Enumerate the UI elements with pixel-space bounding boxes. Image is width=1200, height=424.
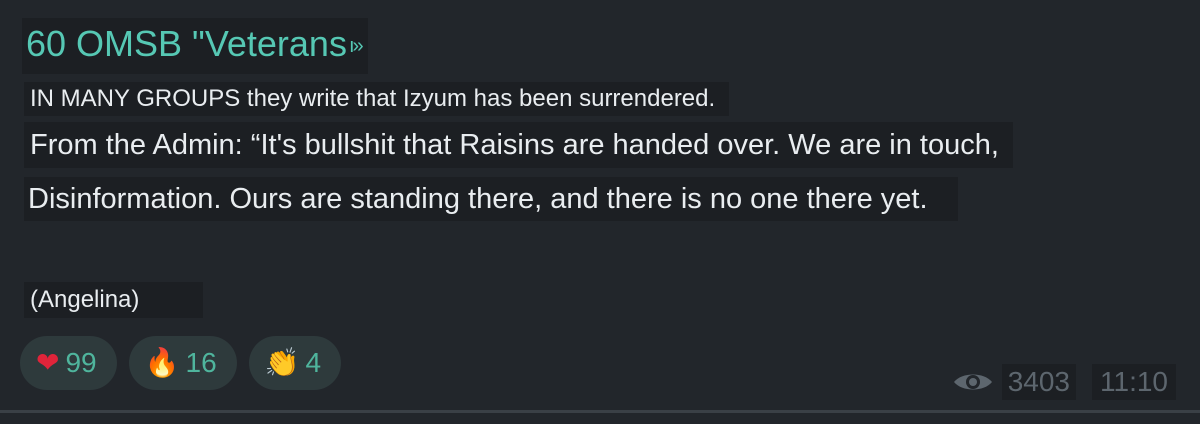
message-meta: 3403 11:10 <box>952 364 1176 400</box>
forward-arrows-icon: ı» <box>348 35 364 58</box>
reaction-fire[interactable]: 🔥 16 <box>128 336 237 390</box>
view-count: 3403 <box>1001 364 1076 400</box>
reaction-count: 16 <box>185 347 217 378</box>
channel-title-text: 60 OMSB "Veterans <box>26 23 347 64</box>
reaction-heart[interactable]: ❤ 99 <box>20 336 117 390</box>
message-signature: (Angelina) <box>24 282 204 318</box>
reaction-count: 4 <box>305 347 322 378</box>
heart-icon: ❤ <box>36 347 60 378</box>
channel-title[interactable]: 60 OMSB "Veterans ı» <box>22 18 368 75</box>
eye-icon <box>953 374 992 390</box>
message-line-2: From the Admin: “It's bullshit that Rais… <box>24 122 1013 168</box>
divider <box>0 410 1200 413</box>
message-post: 60 OMSB "Veterans ı» IN MANY GROUPS they … <box>0 0 1200 424</box>
timestamp: 11:10 <box>1092 364 1176 400</box>
clap-icon: 👏 <box>264 347 300 378</box>
fire-icon: 🔥 <box>144 347 180 378</box>
message-line-3: Disinformation. Ours are standing there,… <box>24 177 958 221</box>
reaction-clap[interactable]: 👏 4 <box>248 336 342 390</box>
reactions-bar: ❤ 99 🔥 16 👏 4 <box>20 336 342 390</box>
message-line-1: IN MANY GROUPS they write that Izyum has… <box>24 82 730 116</box>
reaction-count: 99 <box>65 347 97 378</box>
